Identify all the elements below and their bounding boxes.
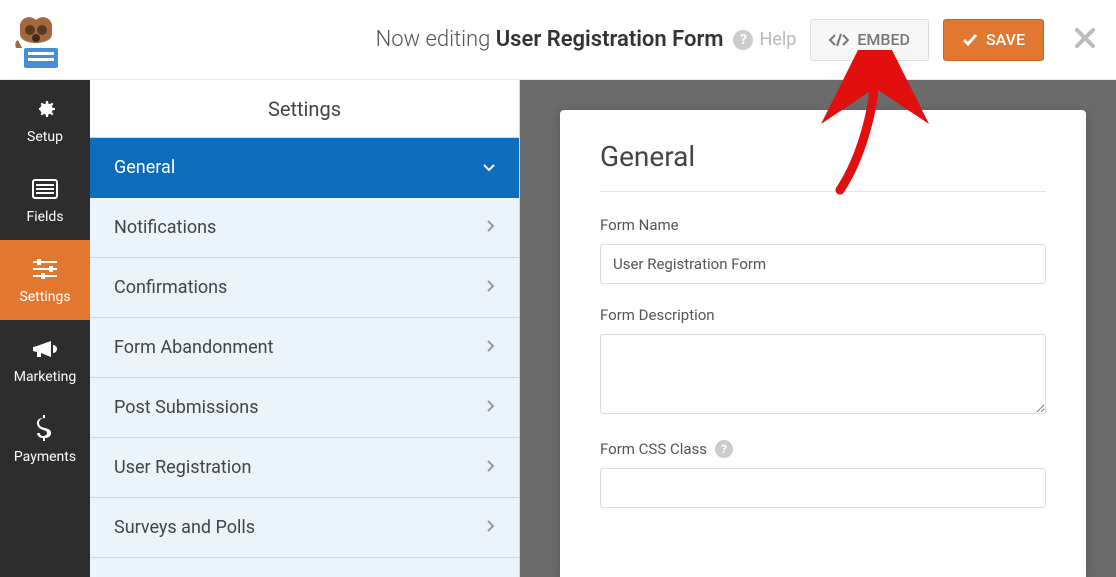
preview-area: General Form Name Form Description Form … [520,80,1116,577]
settings-item-confirmations[interactable]: Confirmations [90,258,519,318]
settings-column: Settings General Notifications Confirmat… [90,80,520,577]
embed-button[interactable]: EMBED [810,19,929,61]
settings-item-surveys-polls[interactable]: Surveys and Polls [90,498,519,558]
nav-item-payments[interactable]: Payments [0,400,90,480]
close-button[interactable] [1074,27,1096,53]
help-link[interactable]: ? Help [733,29,796,50]
form-name-field: Form Name [600,216,1046,284]
form-title: User Registration Form [496,27,724,52]
settings-item-user-registration[interactable]: User Registration [90,438,519,498]
form-description-field: Form Description [600,306,1046,418]
settings-heading: Settings [90,80,519,138]
form-css-field: Form CSS Class ? [600,440,1046,508]
chevron-right-icon [487,520,495,535]
editing-label: Now editing User Registration Form [376,27,724,52]
settings-list[interactable]: General Notifications Confirmations Form… [90,138,519,577]
panel-heading: General [600,140,1046,192]
help-label: Help [759,29,796,50]
embed-label: EMBED [857,30,910,49]
form-description-label: Form Description [600,306,1046,324]
settings-item-label: Confirmations [114,277,227,298]
save-button[interactable]: SAVE [943,19,1044,61]
nav-label: Payments [14,449,76,465]
top-bar: Now editing User Registration Form ? Hel… [0,0,1116,80]
settings-item-post-submissions[interactable]: Post Submissions [90,378,519,438]
help-icon[interactable]: ? [715,440,733,458]
general-panel: General Form Name Form Description Form … [560,110,1086,577]
code-icon [829,33,849,47]
megaphone-icon [31,335,59,363]
chevron-right-icon [487,460,495,475]
nav-label: Marketing [14,369,77,385]
form-css-label-text: Form CSS Class [600,440,707,458]
save-label: SAVE [986,30,1025,49]
settings-item-label: Surveys and Polls [114,517,255,538]
nav-label: Settings [19,289,70,305]
form-css-input[interactable] [600,468,1046,508]
main-area: Setup Fields [0,80,1116,577]
chevron-right-icon [487,220,495,235]
form-css-label: Form CSS Class ? [600,440,1046,458]
list-icon [31,175,59,203]
settings-item-notifications[interactable]: Notifications [90,198,519,258]
nav-item-marketing[interactable]: Marketing [0,320,90,400]
settings-item-label: General [114,157,175,178]
chevron-right-icon [487,280,495,295]
nav-label: Setup [27,129,63,145]
form-name-input[interactable] [600,244,1046,284]
settings-item-label: Notifications [114,217,216,238]
dollar-icon [31,415,59,443]
chevron-right-icon [487,400,495,415]
form-description-input[interactable] [600,334,1046,414]
settings-item-general[interactable]: General [90,138,519,198]
sliders-icon [31,255,59,283]
chevron-down-icon [483,161,495,175]
nav-label: Fields [26,209,63,225]
settings-item-label: Post Submissions [114,397,258,418]
gear-icon [31,95,59,123]
nav-item-setup[interactable]: Setup [0,80,90,160]
settings-item-label: User Registration [114,457,251,478]
settings-item-form-abandonment[interactable]: Form Abandonment [90,318,519,378]
left-nav: Setup Fields [0,80,90,577]
nav-item-settings[interactable]: Settings [0,240,90,320]
form-name-label: Form Name [600,216,1046,234]
check-icon [962,33,978,47]
help-icon: ? [733,30,753,50]
nav-item-fields[interactable]: Fields [0,160,90,240]
settings-item-label: Form Abandonment [114,337,273,358]
logo [10,10,70,70]
editing-prefix: Now editing [376,27,491,52]
chevron-right-icon [487,340,495,355]
